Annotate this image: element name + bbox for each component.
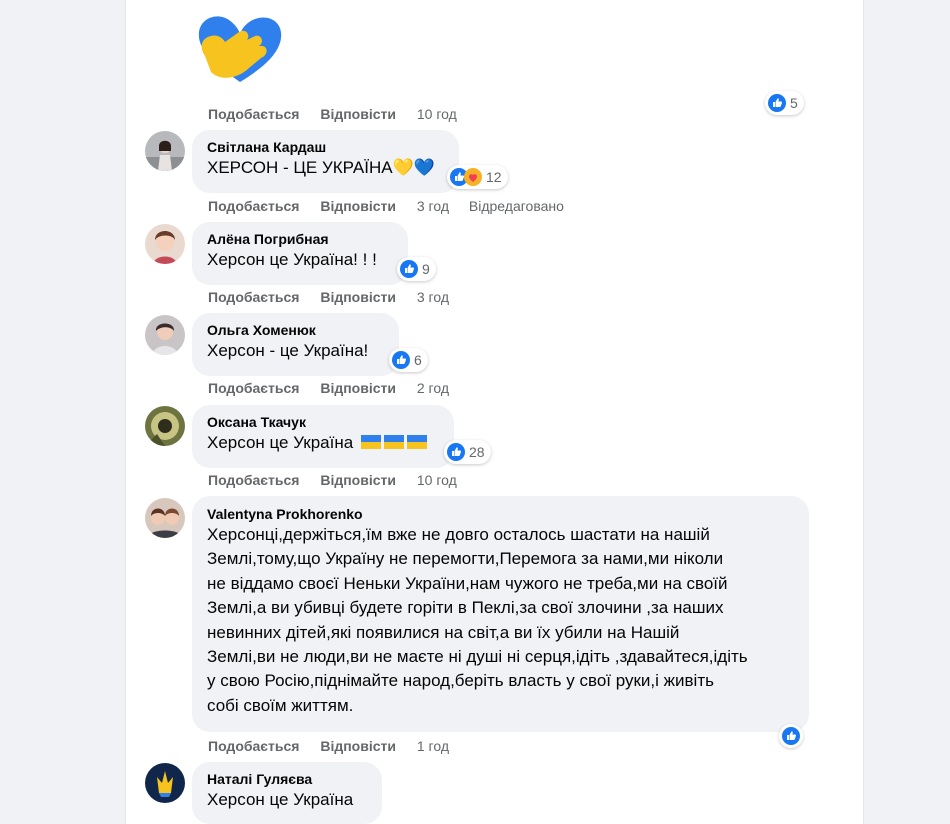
reaction-count: 12: [486, 169, 502, 185]
comment-actions: Подобається Відповісти 2 год: [208, 379, 465, 397]
comment-text: Херсонці,держіться,їм вже не довго остал…: [207, 523, 797, 718]
ukraine-flag-emoji: [406, 435, 427, 449]
comment-actions: Подобається Відповісти 1 год: [208, 737, 465, 755]
comment-text: Херсон це Україна! ! !: [207, 250, 377, 269]
comment-line: Херсонці,держіться,їм вже не довго остал…: [207, 525, 710, 544]
comment-bubble[interactable]: Оксана Ткачук Херсон це Україна: [192, 405, 454, 468]
reaction-summary[interactable]: 28: [444, 440, 491, 464]
reaction-count: 28: [469, 444, 485, 460]
comment-line: не віддамо своєї Неньки України,нам чужо…: [207, 573, 728, 593]
top-comment-actions: Подобається Відповісти 10 год: [208, 105, 473, 123]
comment-bubble[interactable]: Наталі Гуляєва Херсон це Україна: [192, 762, 382, 824]
comment-text: ХЕРСОН - ЦЕ УКРАЇНА💛💙: [207, 156, 447, 180]
avatar[interactable]: [145, 406, 185, 446]
comment-author[interactable]: Ольга Хоменюк: [207, 321, 387, 339]
like-icon: [447, 443, 465, 461]
reply-button[interactable]: Відповісти: [320, 289, 396, 305]
comment-time[interactable]: 3 год: [417, 289, 449, 305]
comment-author[interactable]: Світлана Кардаш: [207, 138, 447, 156]
comment-author[interactable]: Оксана Ткачук: [207, 413, 442, 431]
ukraine-flag-emoji: [360, 435, 381, 449]
care-icon: [464, 168, 482, 186]
ukraine-flag-emoji: [383, 435, 404, 449]
comment-line: Землі,ви не люди,ви не маєте ні душі ні …: [207, 647, 748, 667]
comment-text-content: Херсон це Україна: [207, 433, 354, 452]
comment-line: невинних дітей,які появилися на світ,а в…: [207, 622, 680, 642]
comment-time[interactable]: 10 год: [417, 106, 457, 122]
avatar[interactable]: [145, 131, 185, 171]
like-button[interactable]: Подобається: [208, 738, 299, 754]
reply-button[interactable]: Відповісти: [320, 106, 396, 122]
like-button[interactable]: Подобається: [208, 106, 299, 122]
comment-author[interactable]: Наталі Гуляєва: [207, 770, 370, 788]
like-button[interactable]: Подобається: [208, 198, 299, 214]
avatar[interactable]: [145, 498, 185, 538]
like-icon: [782, 727, 800, 745]
comment-time[interactable]: 3 год: [417, 198, 449, 214]
comment-text: Херсон - це Україна!: [207, 341, 369, 360]
reaction-summary[interactable]: [779, 724, 803, 748]
comment-line: Землі,тому,що Україну не перемогти,Перем…: [207, 549, 724, 569]
comment-time[interactable]: 1 год: [417, 738, 449, 754]
comment-text: Херсон це Україна: [207, 431, 442, 455]
reaction-count: 5: [790, 95, 798, 111]
reply-button[interactable]: Відповісти: [320, 472, 396, 488]
comment-actions: Подобається Відповісти 3 год Відредагова…: [208, 197, 564, 215]
comment-bubble[interactable]: Світлана Кардаш ХЕРСОН - ЦЕ УКРАЇНА💛💙: [192, 130, 459, 193]
comment-author[interactable]: Valentyna Prokhorenko: [207, 505, 797, 523]
comment-line: собі своїм життям.: [207, 695, 354, 715]
reaction-summary[interactable]: 12: [447, 165, 508, 189]
like-icon: [768, 94, 786, 112]
reaction-summary[interactable]: 5: [765, 91, 804, 115]
comment-author[interactable]: Алёна Погрибная: [207, 230, 396, 248]
comment-time[interactable]: 2 год: [417, 380, 449, 396]
reply-button[interactable]: Відповісти: [320, 738, 396, 754]
heart-hug-sticker: [195, 12, 285, 84]
like-button[interactable]: Подобається: [208, 380, 299, 396]
edited-label[interactable]: Відредаговано: [469, 198, 564, 214]
comment-actions: Подобається Відповісти 3 год: [208, 288, 465, 306]
like-button[interactable]: Подобається: [208, 289, 299, 305]
comment-bubble[interactable]: Ольга Хоменюк Херсон - це Україна!: [192, 313, 399, 376]
comment-bubble[interactable]: Valentyna Prokhorenko Херсонці,держіться…: [192, 496, 809, 732]
comment-text: Херсон це Україна: [207, 790, 354, 809]
reaction-summary[interactable]: 9: [397, 257, 436, 281]
comment-actions: Подобається Відповісти 10 год: [208, 471, 473, 489]
avatar[interactable]: [145, 763, 185, 803]
comment-line: у свою Росію,піднімайте народ,беріть вла…: [207, 671, 714, 691]
blue-heart-emoji: 💙: [413, 158, 435, 177]
reply-button[interactable]: Відповісти: [320, 198, 396, 214]
reply-button[interactable]: Відповісти: [320, 380, 396, 396]
like-button[interactable]: Подобається: [208, 472, 299, 488]
comment-time[interactable]: 10 год: [417, 472, 457, 488]
reaction-count: 9: [422, 261, 430, 277]
reaction-count: 6: [414, 352, 422, 368]
comment-bubble[interactable]: Алёна Погрибная Херсон це Україна! ! !: [192, 222, 408, 285]
comment-text-content: ХЕРСОН - ЦЕ УКРАЇНА: [207, 158, 393, 177]
yellow-heart-emoji: 💛: [392, 158, 414, 177]
comment-line: Землі,а ви убивці будете горіти в Пеклі,…: [207, 598, 724, 618]
avatar[interactable]: [145, 315, 185, 355]
reaction-summary[interactable]: 6: [389, 348, 428, 372]
like-icon: [400, 260, 418, 278]
like-icon: [392, 351, 410, 369]
avatar[interactable]: [145, 224, 185, 264]
